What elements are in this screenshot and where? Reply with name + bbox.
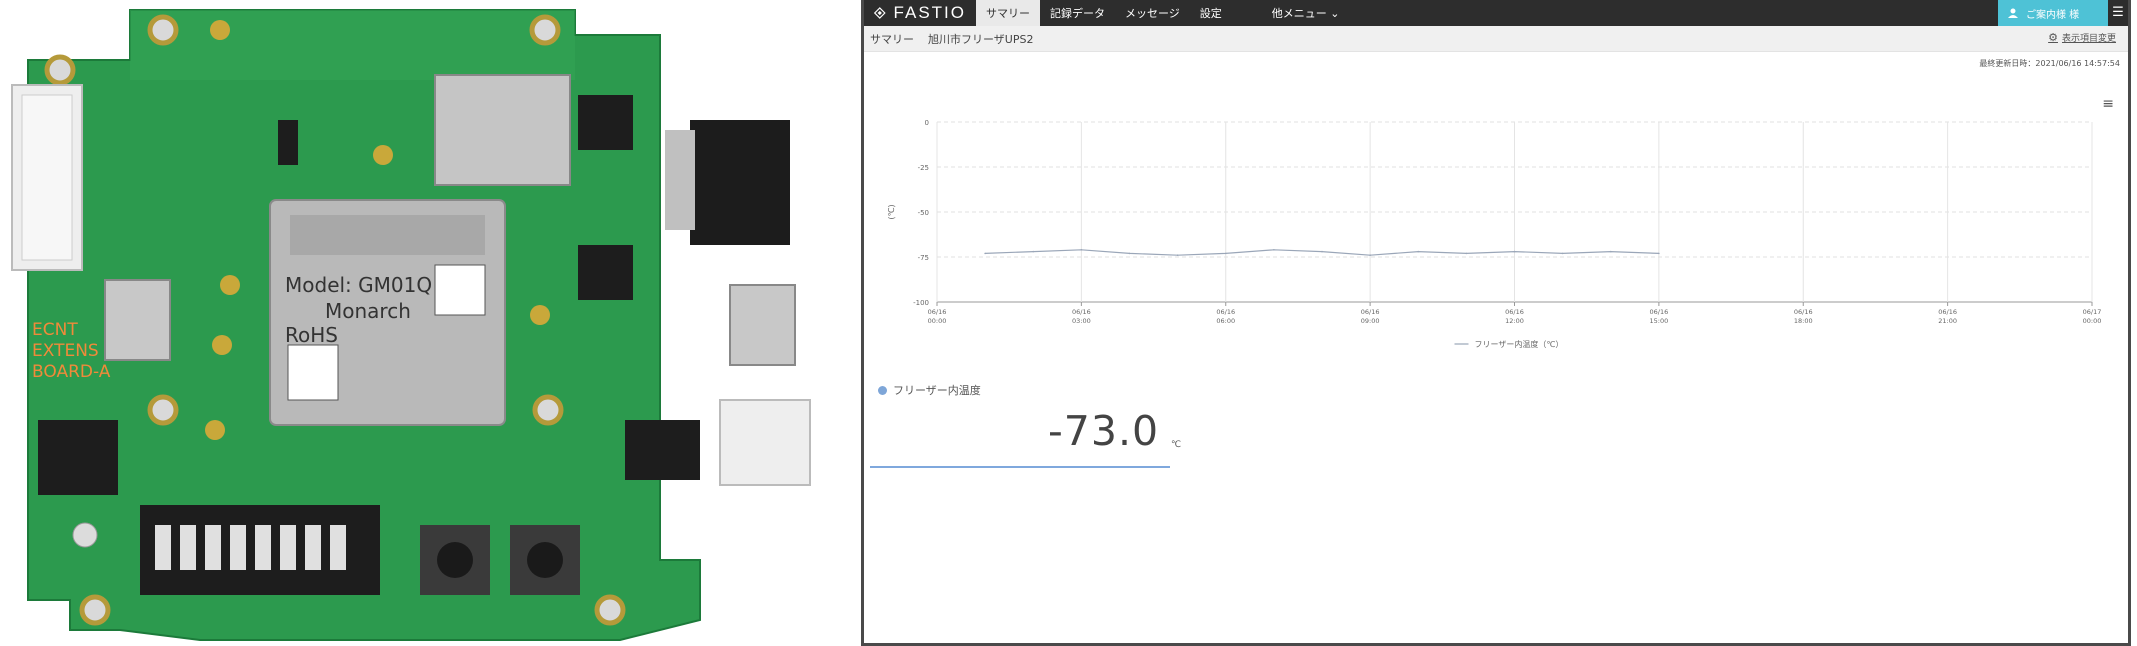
x-tick-label-time: 18:00 xyxy=(1794,317,1813,325)
x-tick-label-date: 06/16 xyxy=(1794,308,1813,316)
nav-messages[interactable]: メッセージ xyxy=(1115,0,1190,26)
data-point xyxy=(984,252,986,255)
value-underline xyxy=(870,466,1170,468)
pcb-photo: Model: GM01Q Monarch RoHS ECNT EXTENS BO… xyxy=(0,0,850,646)
x-tick-label-date: 06/16 xyxy=(1216,308,1235,316)
breadcrumb-current: 旭川市フリーザUPS2 xyxy=(928,32,1034,46)
value-panel-title: フリーザー内温度 xyxy=(878,382,1178,398)
data-point xyxy=(1513,250,1516,253)
temperature-chart: 0-25-50-75-10006/1600:0006/1603:0006/160… xyxy=(887,119,2102,349)
y-tick-label: -50 xyxy=(918,209,929,217)
x-tick-label-date: 06/16 xyxy=(1072,308,1091,316)
data-point xyxy=(1032,250,1035,253)
data-point xyxy=(1417,250,1420,253)
brand-logo[interactable]: FASTIO xyxy=(864,3,976,23)
data-point xyxy=(1321,250,1323,253)
pcb-illustration: Model: GM01Q Monarch RoHS ECNT EXTENS BO… xyxy=(11,9,811,641)
silkscreen-line-2: EXTENS xyxy=(32,341,99,361)
nav-summary[interactable]: サマリー xyxy=(976,0,1040,26)
x-tick-label-time: 15:00 xyxy=(1650,317,1669,325)
x-tick-label-date: 06/16 xyxy=(1650,308,1669,316)
data-point xyxy=(1658,252,1660,255)
gear-icon: ⚙ xyxy=(2048,31,2058,44)
data-point xyxy=(1561,252,1564,255)
main-nav: サマリー 記録データ メッセージ 設定 他メニュー ⌄ xyxy=(976,0,1350,26)
data-point xyxy=(1369,254,1371,256)
fastio-app: FASTIO サマリー 記録データ メッセージ 設定 他メニュー ⌄ ご案内様 … xyxy=(861,0,2131,646)
display-settings-link[interactable]: ⚙ 表示項目変更 xyxy=(2048,31,2116,44)
nav-settings[interactable]: 設定 xyxy=(1190,0,1232,26)
data-point xyxy=(1176,254,1179,256)
y-tick-label: -100 xyxy=(913,299,929,307)
x-tick-label-time: 06:00 xyxy=(1216,317,1235,325)
nav-records[interactable]: 記録データ xyxy=(1040,0,1115,26)
y-tick-label: 0 xyxy=(925,119,929,127)
x-tick-label-time: 03:00 xyxy=(1072,317,1091,325)
value-panel-title-text: フリーザー内温度 xyxy=(893,384,981,397)
brand-name: FASTIO xyxy=(893,3,966,22)
x-tick-label-time: 12:00 xyxy=(1505,317,1524,325)
legend-label: フリーザー内温度（℃） xyxy=(1475,339,1564,349)
data-point xyxy=(1080,249,1083,251)
user-icon xyxy=(2008,8,2018,18)
data-point xyxy=(1224,252,1227,255)
last-updated: 最終更新日時：2021/06/16 14:57:54 xyxy=(1979,59,2120,68)
user-menu[interactable]: ご案内様 様 xyxy=(1998,0,2108,26)
breadcrumb-root[interactable]: サマリー xyxy=(870,31,914,47)
current-temperature: -73.0 xyxy=(1048,407,1160,455)
nav-other-menu[interactable]: 他メニュー ⌄ xyxy=(1262,0,1350,26)
y-tick-label: -25 xyxy=(918,164,929,172)
module-model-text: Model: GM01Q xyxy=(285,273,432,297)
x-tick-label-time: 21:00 xyxy=(1938,317,1957,325)
data-point xyxy=(1465,252,1468,255)
x-tick-label-time: 00:00 xyxy=(928,317,947,325)
x-tick-label-date: 06/16 xyxy=(1505,308,1524,316)
silkscreen-line-3: BOARD-A xyxy=(32,362,111,382)
x-tick-label-date: 06/16 xyxy=(1938,308,1957,316)
user-label: ご案内様 様 xyxy=(2026,9,2080,21)
value-panel: フリーザー内温度 -73.0 ℃ xyxy=(878,382,1182,459)
series-dot-icon xyxy=(878,385,887,395)
x-tick-label-date: 06/17 xyxy=(2083,308,2102,316)
temperature-unit: ℃ xyxy=(1171,440,1182,450)
module-rohs-text: RoHS xyxy=(285,323,338,347)
display-settings-label: 表示項目変更 xyxy=(2061,34,2116,44)
silkscreen-line-1: ECNT xyxy=(32,320,78,340)
series-line xyxy=(985,249,1659,256)
y-axis-label: (℃) xyxy=(887,204,896,219)
x-tick-label-time: 09:00 xyxy=(1361,317,1380,325)
top-navbar: FASTIO サマリー 記録データ メッセージ 設定 他メニュー ⌄ ご案内様 … xyxy=(864,0,2128,26)
data-point xyxy=(1273,249,1275,251)
x-tick-label-date: 06/16 xyxy=(1361,308,1380,316)
chart-menu-icon[interactable]: ≡ xyxy=(2102,96,2114,112)
data-point xyxy=(1609,250,1612,253)
x-tick-label-date: 06/16 xyxy=(928,308,947,316)
y-tick-label: -75 xyxy=(918,254,929,262)
module-name-text: Monarch xyxy=(325,299,411,323)
value-row: -73.0 ℃ xyxy=(878,407,1182,459)
data-point xyxy=(1128,252,1131,255)
breadcrumb: サマリー 旭川市フリーザUPS2 ⚙ 表示項目変更 xyxy=(864,26,2128,52)
hamburger-menu-icon[interactable]: ☰ xyxy=(2111,4,2125,22)
x-tick-label-time: 00:00 xyxy=(2083,317,2102,325)
diamond-logo-icon xyxy=(874,7,886,19)
